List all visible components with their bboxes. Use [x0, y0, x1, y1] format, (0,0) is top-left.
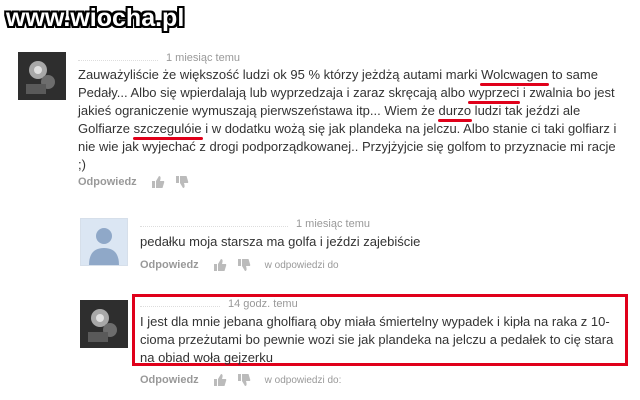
watermark: www.wiocha.pl	[6, 4, 185, 32]
comment-text: Zauważyliście że większość ludzi ok 95 %…	[78, 66, 618, 174]
comment-meta: 1 miesiąc temu	[140, 218, 370, 230]
author-name[interactable]	[78, 55, 158, 62]
avatar-photo-icon	[18, 52, 66, 100]
comment-actions: Odpowiedz w odpowiedzi do:	[140, 373, 341, 387]
thumb-up-icon[interactable]	[213, 373, 227, 387]
reply-button[interactable]: Odpowiedz	[78, 176, 137, 188]
avatar[interactable]	[80, 218, 128, 266]
thumb-up-icon[interactable]	[213, 258, 227, 272]
highlighted-word: Wolcwagen	[480, 67, 550, 86]
thumb-up-icon[interactable]	[151, 175, 165, 189]
avatar-photo-icon	[80, 300, 128, 348]
comment-time: 1 miesiąc temu	[296, 218, 370, 230]
thumb-down-icon[interactable]	[237, 258, 251, 272]
avatar[interactable]	[80, 300, 128, 348]
thumb-down-icon[interactable]	[175, 175, 189, 189]
comment-meta: 1 miesiąc temu	[78, 52, 240, 64]
reply-button[interactable]: Odpowiedz	[140, 259, 199, 271]
avatar[interactable]	[18, 52, 66, 100]
highlighted-word: durzo	[437, 103, 472, 122]
comment-text: pedałku moja starsza ma golfa i jeździ z…	[140, 234, 421, 249]
author-name[interactable]	[140, 221, 288, 228]
text-segment: Zauważyliście że większość ludzi ok 95 %…	[78, 67, 482, 82]
reply-button[interactable]: Odpowiedz	[140, 374, 199, 386]
comment-actions: Odpowiedz w odpowiedzi do	[140, 258, 339, 272]
in-reply-to[interactable]: w odpowiedzi do	[265, 260, 339, 271]
in-reply-to[interactable]: w odpowiedzi do:	[265, 375, 342, 386]
comment-time: 1 miesiąc temu	[166, 52, 240, 64]
comment-text: I jest dla mnie jebana gholfiarą oby mia…	[140, 314, 614, 365]
highlighted-word: wyprzeci	[467, 85, 520, 104]
thumb-down-icon[interactable]	[237, 373, 251, 387]
highlighted-word: szczegulóie	[132, 121, 203, 140]
default-avatar-icon	[81, 219, 127, 265]
comment-actions: Odpowiedz	[78, 175, 189, 189]
